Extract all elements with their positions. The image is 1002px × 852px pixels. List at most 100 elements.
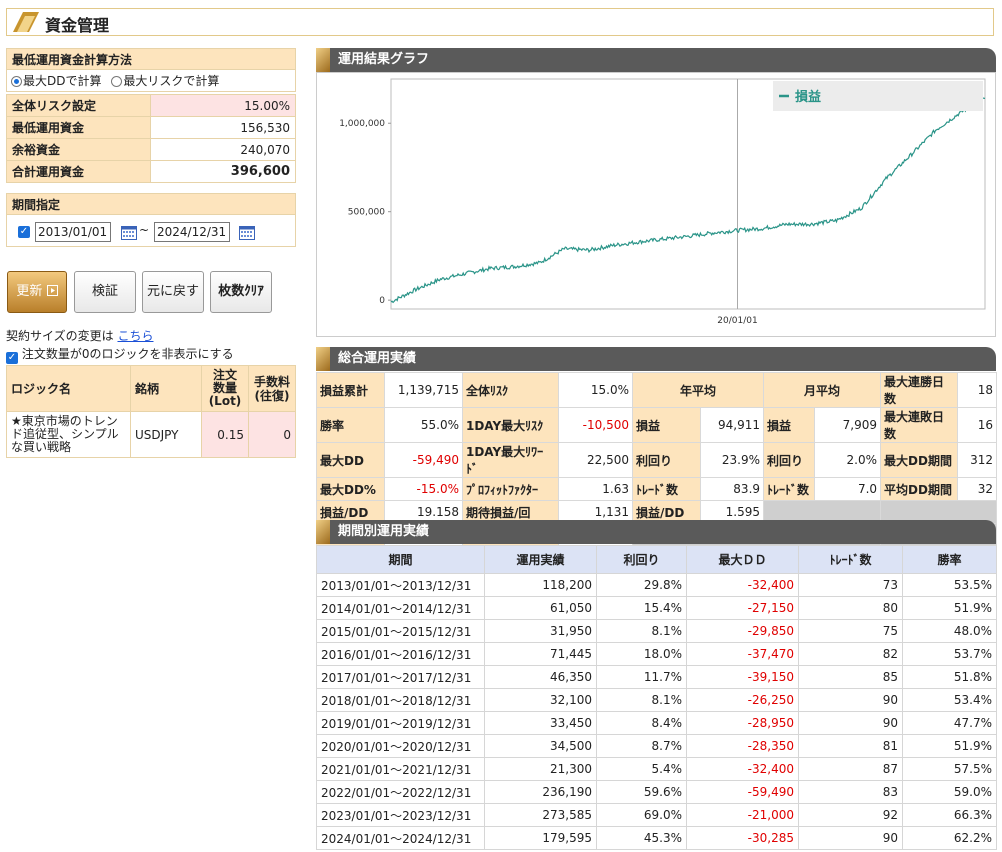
period-cell: 5.4% bbox=[596, 757, 687, 781]
period-cell: 2020/01/01～2020/12/31 bbox=[316, 734, 485, 758]
calc-method-radios: 最大DDで計算 最大リスクで計算 bbox=[6, 70, 296, 92]
period-col-header: 利回り bbox=[596, 545, 687, 574]
period-col-header: 最大ＤＤ bbox=[686, 545, 799, 574]
period-row: 2015/01/01～2015/12/31 31,950 8.1% -29,850 75… bbox=[316, 619, 997, 643]
period-cell: 2021/01/01～2021/12/31 bbox=[316, 757, 485, 781]
clear-lots-button[interactable]: 枚数ｸﾘｱ bbox=[210, 271, 272, 313]
streak-label: 最大連勝日数 bbox=[880, 372, 959, 408]
radio-max-risk[interactable]: 最大リスクで計算 bbox=[111, 74, 219, 88]
summary-label: 勝率 bbox=[316, 407, 385, 443]
summary-row: 損益累計 1,139,715 全体ﾘｽｸ 15.0% 年平均 月平均 最大連勝日数 18 bbox=[316, 372, 998, 408]
section-tab-icon bbox=[316, 520, 330, 544]
hide-zero-checkbox[interactable]: ✓ bbox=[6, 352, 18, 364]
col-logic-name: ロジック名 bbox=[6, 365, 131, 412]
period-row: 2023/01/01～2023/12/31 273,585 69.0% -21,000… bbox=[316, 803, 997, 827]
streak-label: 平均DD期間 bbox=[880, 477, 959, 501]
summary-value: -10,500 bbox=[558, 407, 633, 443]
logic-symbol: USDJPY bbox=[130, 411, 202, 458]
chart-svg: 1,000,000 500,000 0 20/01/01 損益 bbox=[339, 78, 986, 326]
monthly-label: ﾄﾚｰﾄﾞ数 bbox=[763, 477, 816, 501]
logic-table: ロジック名 銘柄 注文 数量 (Lot) 手数料 (往復) ★東京市場のトレンド… bbox=[6, 365, 296, 458]
period-cell: -32,400 bbox=[686, 757, 799, 781]
period-cell: -59,490 bbox=[686, 780, 799, 804]
update-button[interactable]: 更新 bbox=[7, 271, 67, 313]
end-date-input[interactable]: 2024/12/31 bbox=[154, 222, 230, 242]
period-cell: 2013/01/01～2013/12/31 bbox=[316, 573, 485, 597]
hide-zero-label: 注文数量が0のロジックを非表示にする bbox=[21, 347, 234, 361]
streak-label: 最大DD期間 bbox=[880, 442, 959, 478]
period-cell: 8.1% bbox=[596, 688, 687, 712]
period-cell: 2014/01/01～2014/12/31 bbox=[316, 596, 485, 620]
streak-value: 16 bbox=[957, 407, 998, 443]
min-capital-value: 156,530 bbox=[150, 116, 296, 139]
period-cell: 66.3% bbox=[902, 803, 997, 827]
start-date-input[interactable]: 2013/01/01 bbox=[35, 222, 111, 242]
period-cell: 71,445 bbox=[484, 642, 597, 666]
monthly-label: 利回り bbox=[763, 442, 816, 478]
col-symbol: 銘柄 bbox=[130, 365, 202, 412]
period-cell: -39,150 bbox=[686, 665, 799, 689]
annual-header: 年平均 bbox=[631, 372, 765, 408]
period-cell: 92 bbox=[798, 803, 903, 827]
result-chart: 1,000,000 500,000 0 20/01/01 損益 bbox=[316, 72, 996, 337]
streak-value: 18 bbox=[957, 372, 998, 408]
period-cell: 61,050 bbox=[484, 596, 597, 620]
x-tick-label: 20/01/01 bbox=[717, 316, 757, 326]
period-cell: 29.8% bbox=[596, 573, 687, 597]
summary-label: 最大DD% bbox=[316, 477, 385, 501]
section-tab-icon bbox=[316, 347, 330, 371]
period-cell: 51.8% bbox=[902, 665, 997, 689]
summary-row: 最大DD -59,490 1DAY最大ﾘﾜｰﾄﾞ 22,500 利回り 23.9% 利回り 2… bbox=[316, 442, 998, 478]
period-cell: 90 bbox=[798, 711, 903, 735]
summary-value: 15.0% bbox=[558, 372, 633, 408]
period-cell: -26,250 bbox=[686, 688, 799, 712]
logic-qty-input[interactable]: 0.15 bbox=[201, 411, 249, 458]
logic-fee-input[interactable]: 0 bbox=[248, 411, 296, 458]
period-cell: 69.0% bbox=[596, 803, 687, 827]
period-cell: 2022/01/01～2022/12/31 bbox=[316, 780, 485, 804]
summary-label: 1DAY最大ﾘﾜｰﾄﾞ bbox=[462, 442, 559, 478]
spare-capital-value: 240,070 bbox=[150, 138, 296, 161]
row-total-capital: 合計運用資金 396,600 bbox=[6, 160, 296, 183]
date-range-tilde: ~ bbox=[139, 223, 150, 237]
period-cell: 53.7% bbox=[902, 642, 997, 666]
radio-max-dd[interactable]: 最大DDで計算 bbox=[11, 74, 101, 88]
hide-zero-row: ✓ 注文数量が0のロジックを非表示にする bbox=[6, 345, 234, 364]
period-cell: 15.4% bbox=[596, 596, 687, 620]
calendar-icon[interactable] bbox=[239, 225, 255, 240]
verify-button[interactable]: 検証 bbox=[74, 271, 136, 313]
period-section-header: 期間別運用実績 bbox=[316, 520, 996, 544]
period-cell: 46,350 bbox=[484, 665, 597, 689]
period-cell: 47.7% bbox=[902, 711, 997, 735]
period-cell: -28,350 bbox=[686, 734, 799, 758]
period-cell: -30,285 bbox=[686, 826, 799, 850]
period-cell: 62.2% bbox=[902, 826, 997, 850]
period-cell: 85 bbox=[798, 665, 903, 689]
page-header: 資金管理 bbox=[6, 8, 994, 36]
calendar-icon[interactable] bbox=[121, 225, 137, 240]
risk-setting-input[interactable]: 15.00% bbox=[150, 94, 296, 117]
period-checkbox[interactable]: ✓ bbox=[18, 226, 30, 238]
period-cell: -28,950 bbox=[686, 711, 799, 735]
contract-size-link[interactable]: こちら bbox=[117, 329, 153, 343]
reset-button[interactable]: 元に戻す bbox=[142, 271, 204, 313]
summary-value: 22,500 bbox=[558, 442, 633, 478]
monthly-value: 2.0% bbox=[814, 442, 882, 478]
period-cell: 11.7% bbox=[596, 665, 687, 689]
period-cell: 87 bbox=[798, 757, 903, 781]
radio-off-icon bbox=[111, 76, 123, 87]
chart-section-header: 運用結果グラフ bbox=[316, 48, 996, 72]
summary-value: 1.63 bbox=[558, 477, 633, 501]
period-cell: 8.7% bbox=[596, 734, 687, 758]
period-table-header: 期間 運用実績 利回り 最大ＤＤ ﾄﾚｰﾄﾞ数 勝率 bbox=[316, 545, 997, 574]
logic-name: ★東京市場のトレンド追従型、シンプルな買い戦略 bbox=[6, 411, 131, 458]
summary-value: -15.0% bbox=[384, 477, 463, 501]
period-cell: 90 bbox=[798, 826, 903, 850]
period-cell: 57.5% bbox=[902, 757, 997, 781]
period-cell: 8.4% bbox=[596, 711, 687, 735]
period-cell: 8.1% bbox=[596, 619, 687, 643]
summary-value: -59,490 bbox=[384, 442, 463, 478]
annual-value: 23.9% bbox=[699, 442, 765, 478]
period-cell: 2015/01/01～2015/12/31 bbox=[316, 619, 485, 643]
summary-row: 最大DD% -15.0% ﾌﾟﾛﾌｨｯﾄﾌｧｸﾀｰ 1.63 ﾄﾚｰﾄﾞ数 83.9 ﾄﾚｰ… bbox=[316, 477, 998, 501]
